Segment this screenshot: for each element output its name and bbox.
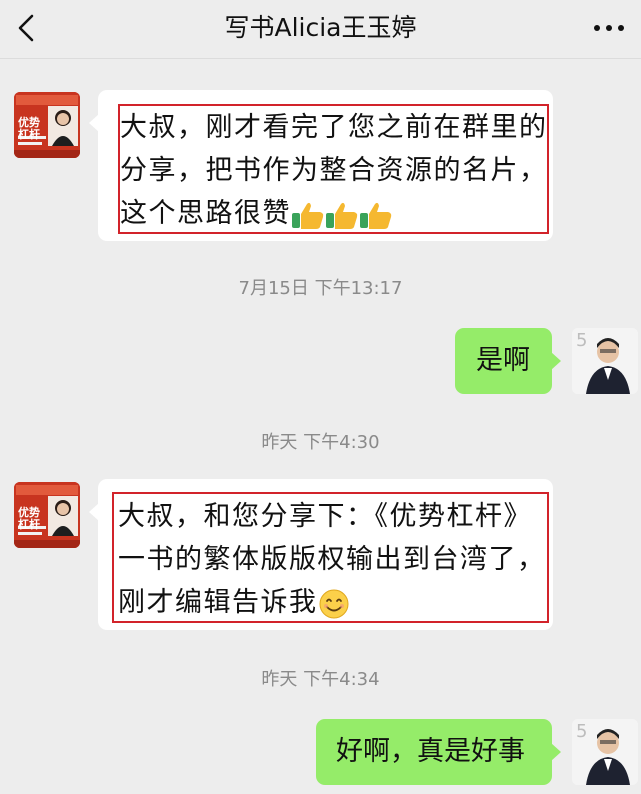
bubble-tail [551, 743, 561, 761]
message-line: 刚才编辑告诉我 [118, 587, 318, 618]
smiling-face-icon [319, 589, 348, 618]
message-line: 这个思路很赞 [120, 198, 291, 229]
thumbs-up-icon [360, 202, 392, 229]
message-line: 一书的繁体版版权输出到台湾了， [118, 544, 546, 575]
message-timestamp: 7月15日 下午13:17 [238, 278, 403, 299]
bubble-tail [89, 114, 99, 132]
chat-title: 写书Alicia王玉婷 [224, 13, 417, 42]
avatar-badge: 5 [576, 330, 588, 351]
message-bubble-sent[interactable]: 是啊 [455, 328, 561, 394]
more-dots-icon[interactable] [591, 16, 627, 40]
message-text: 大叔，和您分享下：《优势杠杆》 一书的繁体版版权输出到台湾了， 刚才编辑告诉我 [118, 495, 546, 624]
avatar-text-bottom: 杠杆 [18, 128, 40, 141]
contact-avatar[interactable]: 优势 杠杆 [14, 482, 80, 548]
contact-avatar[interactable]: 优势 杠杆 [14, 92, 80, 158]
bubble-tail [89, 503, 99, 521]
message-bubble-received[interactable]: 大叔，刚才看完了您之前在群里的 分享，把书作为整合资源的名片， 这个思路很赞 [89, 90, 553, 241]
bubble-tail [551, 352, 561, 370]
message-text: 是啊 [476, 345, 530, 376]
avatar-text-bottom: 杠杆 [18, 518, 40, 531]
message-line: 大叔，和您分享下：《优势杠杆》 [118, 501, 532, 532]
message-bubble-sent[interactable]: 好啊，真是好事 [316, 719, 561, 785]
message-line: 大叔，刚才看完了您之前在群里的 [120, 112, 548, 143]
message-timestamp: 昨天 下午4:30 [261, 432, 380, 453]
my-avatar[interactable]: 5 [572, 328, 638, 394]
chat-header: 写书Alicia王玉婷 [0, 0, 641, 59]
thumbs-up-icon [326, 202, 358, 229]
message-line: 分享，把书作为整合资源的名片， [120, 155, 548, 186]
message-text: 好啊，真是好事 [336, 736, 525, 767]
avatar-badge: 5 [576, 721, 588, 742]
message-timestamp: 昨天 下午4:34 [261, 669, 380, 690]
thumbs-up-icon [292, 202, 324, 229]
message-text: 大叔，刚才看完了您之前在群里的 分享，把书作为整合资源的名片， 这个思路很赞 [120, 106, 548, 235]
my-avatar[interactable]: 5 [572, 719, 638, 785]
message-bubble-received[interactable]: 大叔，和您分享下：《优势杠杆》 一书的繁体版版权输出到台湾了， 刚才编辑告诉我 [89, 479, 553, 630]
